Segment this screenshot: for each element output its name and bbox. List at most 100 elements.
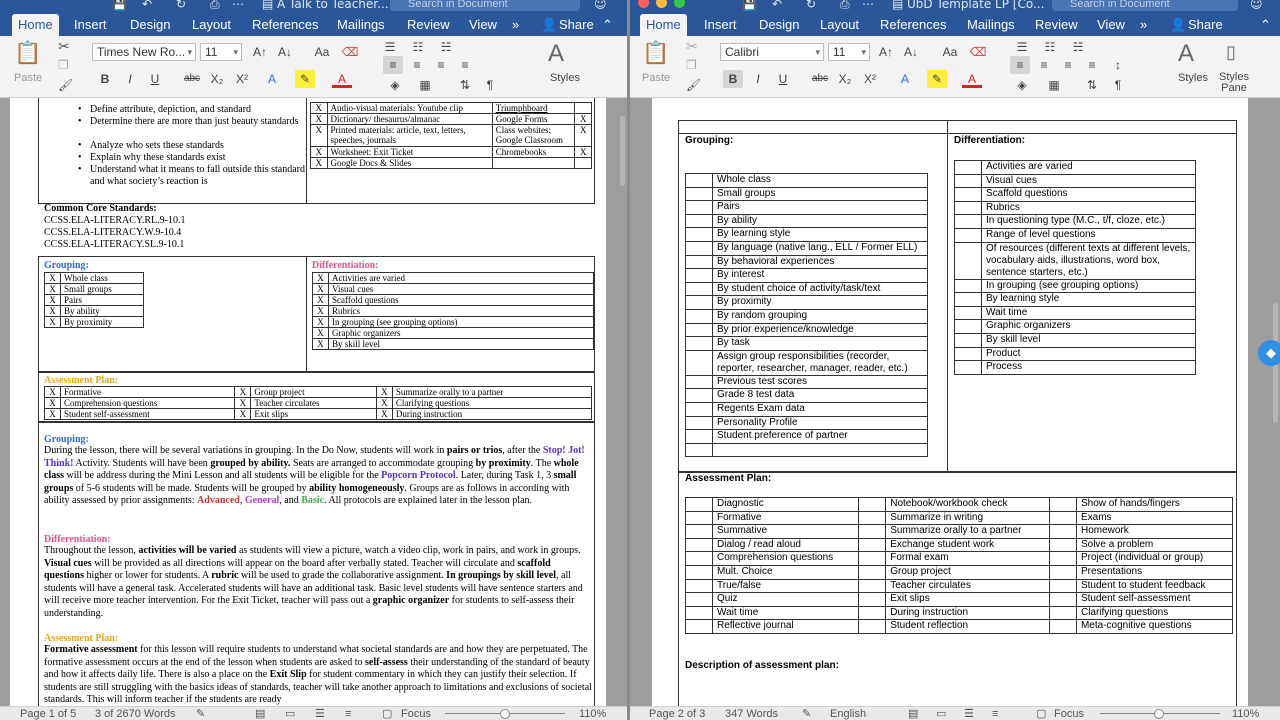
checkbox-cell[interactable] bbox=[954, 332, 982, 348]
font-size-combo[interactable]: 11 bbox=[828, 43, 870, 61]
tab-references[interactable]: References bbox=[880, 14, 946, 36]
dropbox-badge-icon[interactable]: ◆ bbox=[1258, 340, 1280, 366]
justify-icon[interactable]: ≡ bbox=[1082, 56, 1102, 74]
align-right-icon[interactable]: ≡ bbox=[1058, 56, 1078, 74]
redo-icon[interactable]: ↻ bbox=[176, 0, 186, 12]
underline-icon[interactable]: U bbox=[145, 70, 165, 88]
checkbox-cell[interactable] bbox=[685, 268, 713, 283]
checkbox-cell[interactable] bbox=[685, 173, 713, 188]
shading-icon[interactable]: ◈ bbox=[1012, 76, 1032, 94]
checkbox-cell[interactable] bbox=[1048, 537, 1077, 553]
more-icon[interactable]: ⋯ bbox=[232, 0, 244, 12]
tab-design[interactable]: Design bbox=[130, 14, 170, 36]
checkbox-cell[interactable] bbox=[954, 227, 982, 243]
tab-view[interactable]: View bbox=[469, 14, 497, 36]
highlight-icon[interactable]: ✎ bbox=[927, 70, 947, 88]
word-count[interactable]: 3 of 2670 Words bbox=[95, 707, 176, 720]
checkbox-cell[interactable] bbox=[858, 551, 887, 566]
checkbox-cell[interactable] bbox=[954, 200, 982, 216]
subscript-icon[interactable]: X₂ bbox=[207, 70, 227, 88]
bullets-icon[interactable]: ☰ bbox=[380, 38, 400, 56]
copy-icon[interactable]: ❐ bbox=[686, 58, 697, 72]
focus-label[interactable]: Focus bbox=[401, 707, 431, 720]
checkbox-cell[interactable] bbox=[685, 619, 713, 634]
borders-icon[interactable]: ▦ bbox=[1044, 76, 1064, 94]
sort-icon[interactable]: ⇅ bbox=[455, 76, 475, 94]
align-center-icon[interactable]: ≡ bbox=[1034, 56, 1054, 74]
checkbox-cell[interactable] bbox=[954, 214, 982, 229]
tab-home[interactable]: Home bbox=[12, 14, 59, 36]
styles-label[interactable]: Styles bbox=[550, 72, 580, 84]
checkbox-cell[interactable] bbox=[1048, 605, 1077, 621]
line-spacing-icon[interactable]: ↕ bbox=[1108, 56, 1128, 74]
font-color-icon[interactable]: A bbox=[332, 70, 352, 88]
checkbox-cell[interactable] bbox=[858, 510, 887, 526]
checkbox-cell[interactable] bbox=[1048, 592, 1077, 607]
align-right-icon[interactable]: ≡ bbox=[431, 56, 451, 74]
checkbox-cell[interactable] bbox=[954, 360, 982, 375]
checkbox-cell[interactable] bbox=[1048, 619, 1077, 634]
vertical-scrollbar[interactable] bbox=[620, 116, 625, 186]
checkbox-cell[interactable] bbox=[685, 592, 713, 607]
tab-home[interactable]: Home bbox=[640, 14, 687, 36]
more-tabs-icon[interactable]: » bbox=[512, 14, 519, 36]
checkbox-cell[interactable] bbox=[858, 592, 887, 607]
language[interactable]: English bbox=[830, 707, 866, 720]
tab-layout[interactable]: Layout bbox=[820, 14, 859, 36]
numbering-icon[interactable]: ☷ bbox=[1040, 38, 1060, 56]
page-count[interactable]: Page 1 of 5 bbox=[20, 707, 76, 720]
redo-icon[interactable]: ↻ bbox=[806, 0, 816, 12]
superscript-icon[interactable]: X² bbox=[232, 70, 252, 88]
checkbox-cell[interactable] bbox=[954, 292, 982, 307]
more-tabs-icon[interactable]: » bbox=[1140, 14, 1147, 36]
print-layout-icon[interactable]: ▤ bbox=[255, 707, 265, 720]
align-left-icon[interactable]: ≡ bbox=[383, 56, 403, 74]
tab-mailings[interactable]: Mailings bbox=[967, 14, 1015, 36]
checkbox-cell[interactable] bbox=[685, 564, 713, 580]
multilevel-list-icon[interactable]: ☵ bbox=[436, 38, 456, 56]
checkbox-cell[interactable] bbox=[685, 254, 713, 270]
save-icon[interactable]: 💾 bbox=[742, 0, 757, 12]
show-marks-icon[interactable]: ¶ bbox=[480, 76, 500, 94]
checkbox-cell[interactable] bbox=[685, 551, 713, 566]
more-icon[interactable]: ⋯ bbox=[862, 0, 874, 12]
checkbox-cell[interactable] bbox=[1048, 524, 1077, 539]
checkbox-cell[interactable] bbox=[1048, 578, 1077, 594]
sort-icon[interactable]: ⇅ bbox=[1082, 76, 1102, 94]
checkbox-cell[interactable] bbox=[685, 336, 713, 351]
tab-insert[interactable]: Insert bbox=[704, 14, 737, 36]
multilevel-list-icon[interactable]: ☵ bbox=[1068, 38, 1088, 56]
bullets-icon[interactable]: ☰ bbox=[1012, 38, 1032, 56]
underline-icon[interactable]: U bbox=[773, 70, 793, 88]
smiley-icon[interactable]: ☺ bbox=[1250, 0, 1263, 12]
proofing-icon[interactable]: ✎ bbox=[802, 707, 811, 720]
cut-icon[interactable]: ✂ bbox=[686, 38, 698, 55]
checkbox-cell[interactable] bbox=[858, 537, 887, 553]
align-center-icon[interactable]: ≡ bbox=[407, 56, 427, 74]
web-layout-icon[interactable]: ▭ bbox=[285, 707, 295, 720]
clear-formatting-icon[interactable]: ⌫ bbox=[968, 43, 988, 61]
change-case-icon[interactable]: Aa bbox=[940, 43, 960, 61]
checkbox-cell[interactable] bbox=[685, 429, 713, 444]
grow-font-icon[interactable]: A↑ bbox=[250, 43, 270, 61]
checkbox-cell[interactable] bbox=[954, 319, 982, 334]
strikethrough-icon[interactable]: abc bbox=[182, 70, 202, 88]
zoom-slider-handle[interactable] bbox=[500, 709, 510, 719]
print-layout-icon[interactable]: ▤ bbox=[908, 707, 918, 720]
subscript-icon[interactable]: X₂ bbox=[835, 70, 855, 88]
focus-label[interactable]: Focus bbox=[1054, 707, 1084, 720]
checkbox-cell[interactable] bbox=[685, 349, 713, 376]
tab-design[interactable]: Design bbox=[759, 14, 799, 36]
font-color-icon[interactable]: A bbox=[962, 70, 982, 88]
checkbox-cell[interactable] bbox=[685, 374, 713, 390]
tab-insert[interactable]: Insert bbox=[74, 14, 107, 36]
close-window-icon[interactable] bbox=[638, 0, 649, 8]
checkbox-cell[interactable] bbox=[954, 241, 982, 280]
checkbox-cell[interactable] bbox=[685, 524, 713, 539]
tab-references[interactable]: References bbox=[252, 14, 318, 36]
focus-icon[interactable]: ▢ bbox=[382, 707, 392, 720]
collapse-ribbon-icon[interactable]: ⌃ bbox=[602, 14, 613, 36]
borders-icon[interactable]: ▦ bbox=[415, 76, 435, 94]
justify-icon[interactable]: ≡ bbox=[455, 56, 475, 74]
outline-icon[interactable]: ☰ bbox=[315, 707, 325, 720]
